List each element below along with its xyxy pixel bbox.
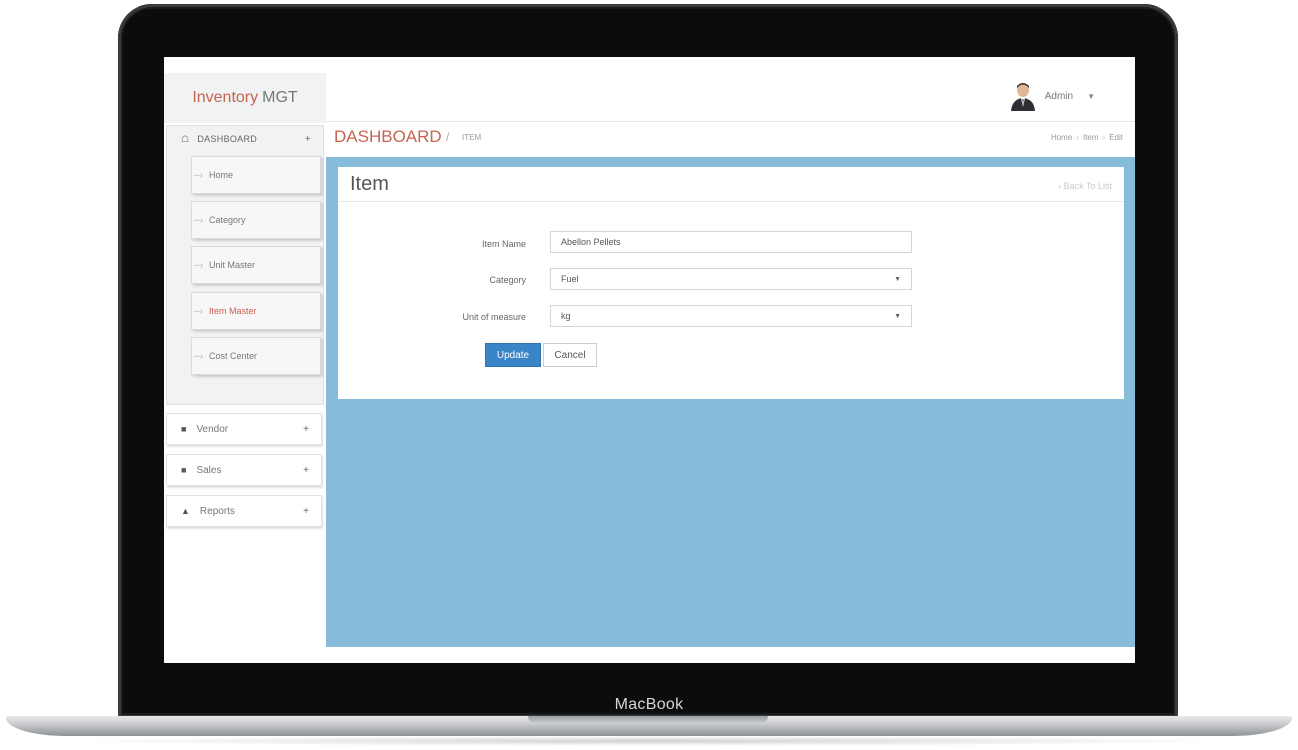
unit-label: Unit of measure	[462, 312, 526, 322]
sidebar-item-label: Home	[209, 170, 234, 180]
chevron-down-icon: ▼	[1087, 91, 1095, 101]
category-value: Fuel	[561, 274, 579, 284]
arrow-right-icon: --›	[194, 260, 203, 270]
breadcrumb-current: Edit	[1109, 133, 1123, 142]
user-name: Admin	[1044, 90, 1074, 102]
sidebar-item-label: Vendor	[196, 423, 229, 435]
laptop-notch	[528, 716, 768, 724]
laptop-brand-label: MacBook	[614, 696, 684, 713]
sidebar: ☖ DASHBOARD + --› Home --› Category --› …	[164, 123, 324, 663]
item-name-label: Item Name	[481, 239, 526, 249]
sidebar-dashboard-label: DASHBOARD	[197, 134, 258, 144]
expand-icon: +	[303, 464, 309, 476]
item-name-field[interactable]: Abellon Pellets	[550, 231, 912, 253]
card-divider	[338, 201, 1124, 202]
sidebar-item-home[interactable]: --› Home	[191, 156, 321, 194]
expand-icon: +	[303, 423, 309, 435]
sidebar-dashboard-header[interactable]: ☖ DASHBOARD +	[167, 126, 323, 152]
dropdown-arrow-icon: ▼	[894, 275, 901, 283]
page-subtitle: ITEM	[462, 133, 482, 142]
update-button[interactable]: Update	[485, 343, 541, 367]
arrow-right-icon: --›	[194, 215, 203, 225]
back-to-list-link[interactable]: ‹ Back To List	[1058, 181, 1112, 191]
sidebar-item-cost-center[interactable]: --› Cost Center	[191, 337, 321, 375]
sidebar-item-unit-master[interactable]: --› Unit Master	[191, 246, 321, 284]
sidebar-item-label: Reports	[199, 505, 235, 517]
expand-icon: +	[303, 505, 309, 517]
header-divider	[326, 121, 1135, 122]
sidebar-item-label: Category	[209, 215, 246, 225]
logo-text-secondary: MGT	[262, 89, 298, 106]
arrow-right-icon: --›	[194, 351, 203, 361]
sidebar-item-label: Cost Center	[209, 351, 258, 361]
cancel-button[interactable]: Cancel	[543, 343, 597, 367]
breadcrumb-home-link[interactable]: Home	[1051, 133, 1072, 142]
page-title: DASHBOARD	[334, 127, 442, 146]
sidebar-item-label: Item Master	[209, 306, 257, 316]
breadcrumb-chevron-icon: ›	[1102, 133, 1106, 142]
category-label: Category	[489, 275, 526, 285]
laptop-shadow	[60, 736, 1238, 746]
back-to-list-label: Back To List	[1063, 181, 1112, 191]
folder-icon: ■	[181, 424, 187, 434]
expand-icon: +	[304, 133, 311, 145]
user-avatar-icon	[1010, 83, 1035, 111]
unit-select[interactable]: kg ▼	[550, 305, 912, 327]
sidebar-item-vendor[interactable]: ■ Vendor +	[166, 413, 322, 445]
chart-icon: ▲	[181, 506, 190, 516]
home-icon: ☖	[181, 133, 190, 144]
sidebar-item-label: Sales	[196, 464, 222, 476]
unit-value: kg	[561, 311, 571, 321]
arrow-right-icon: --›	[194, 170, 203, 180]
sidebar-item-sales[interactable]: ■ Sales +	[166, 454, 322, 486]
app-logo[interactable]: Inventory MGT	[164, 73, 326, 123]
sidebar-group-dashboard: ☖ DASHBOARD + --› Home --› Category --› …	[166, 125, 324, 405]
sidebar-item-reports[interactable]: ▲ Reports +	[166, 495, 322, 527]
breadcrumb-chevron-icon: ›	[1076, 133, 1079, 142]
content-area: Item ‹ Back To List Item Name Abellon Pe…	[326, 157, 1135, 647]
breadcrumb: Home › Item › Edit	[1051, 133, 1123, 142]
folder-icon: ■	[181, 465, 187, 475]
sidebar-item-label: Unit Master	[209, 260, 256, 270]
breadcrumb-separator: /	[446, 130, 450, 144]
item-name-value: Abellon Pellets	[561, 237, 621, 247]
item-form-card: Item ‹ Back To List Item Name Abellon Pe…	[338, 167, 1124, 399]
form-title: Item	[350, 173, 389, 195]
dropdown-arrow-icon: ▼	[894, 312, 901, 320]
user-menu[interactable]: Admin ▼	[1009, 81, 1095, 111]
app-screen: Inventory MGT Admin ▼ ☖ DASHBOARD + --› …	[164, 57, 1135, 663]
sidebar-item-item-master[interactable]: --› Item Master	[191, 292, 321, 330]
category-select[interactable]: Fuel ▼	[550, 268, 912, 290]
breadcrumb-item-link[interactable]: Item	[1083, 133, 1099, 142]
logo-text-primary: Inventory	[192, 89, 259, 106]
sidebar-item-category[interactable]: --› Category	[191, 201, 321, 239]
arrow-right-icon: --›	[194, 306, 203, 316]
